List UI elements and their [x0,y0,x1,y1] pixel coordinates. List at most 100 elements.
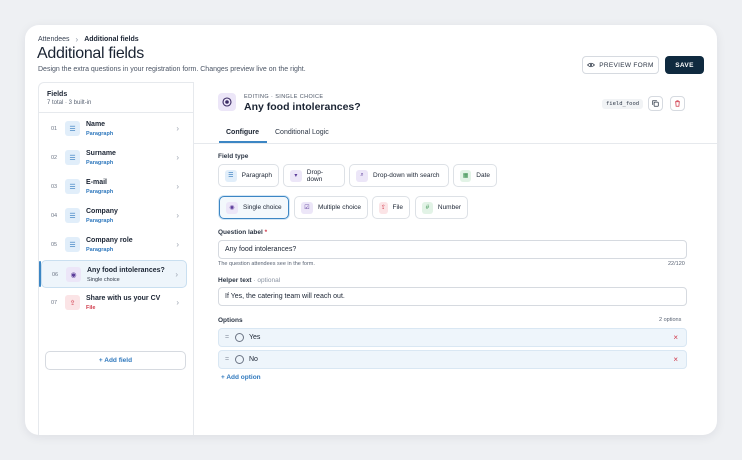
item-type: Paragraph [86,131,114,137]
close-icon[interactable]: × [673,355,678,364]
required-marker: * [264,229,268,236]
page-title: Additional fields [37,45,144,62]
preview-form-button[interactable]: PREVIEW FORM [582,56,659,74]
field-type-paragraph[interactable]: ☰ Paragraph [218,164,279,187]
paragraph-icon: ☰ [225,169,237,182]
upload-icon: ⇪ [379,201,388,214]
options-count: 2 options [659,317,682,323]
sidebar-item-name[interactable]: 01 ☰ Name Paragraph › [41,115,187,143]
radio-icon [235,333,244,342]
field-type-number[interactable]: # Number [415,196,468,219]
item-name: E-mail [86,179,108,186]
item-type: File [86,305,96,311]
radio-icon [235,355,244,364]
paragraph-icon: ☰ [65,208,80,223]
sidebar-item-surname[interactable]: 02 ☰ Surname Paragraph › [41,144,187,172]
field-type-date[interactable]: ▦ Date [453,164,497,187]
close-icon[interactable]: × [673,333,678,342]
radio-icon [218,93,236,111]
editing-title: Any food intolerances? [244,101,361,113]
hash-icon: # [422,201,433,214]
item-number: 03 [51,184,58,190]
helper-label-text: Helper text [218,277,252,284]
item-number: 02 [51,155,58,161]
item-name: Share with us your CV [86,295,161,302]
breadcrumb: Attendees › Additional fields [38,35,139,44]
option-text[interactable]: No [249,356,258,363]
tab-conditional-logic[interactable]: Conditional Logic [275,129,329,136]
optional-marker: · optional [253,277,281,284]
item-name: Company role [86,237,133,244]
dropdown-icon: ▾ [290,169,302,182]
item-number: 04 [51,213,58,219]
item-number: 06 [52,272,59,278]
trash-icon [675,100,680,107]
chip-label: Drop-down with search [373,172,440,179]
chevron-right-icon: › [176,211,179,220]
option-row[interactable]: = No × [218,350,687,369]
page-subtitle: Design the extra questions in your regis… [38,66,306,73]
breadcrumb-current: Additional fields [84,36,139,43]
copy-icon [652,100,659,107]
tab-configure[interactable]: Configure [226,129,259,136]
chip-label: Drop-down [306,168,324,183]
editing-label: EDITING · SINGLE CHOICE [244,94,324,100]
radio-icon: ◉ [226,201,238,214]
sidebar-count: 7 total · 3 built-in [47,100,92,106]
chip-label: Multiple choice [318,204,361,211]
field-type-dropdown-search[interactable]: ⌕ Drop-down with search [349,164,449,187]
tabs-divider [193,143,717,144]
breadcrumb-chevron-icon: › [75,35,79,44]
question-label-text: Question label [218,229,263,236]
sidebar-item-food-intolerances[interactable]: 06 ◉ Any food intolerances? Single choic… [39,260,187,288]
item-type: Paragraph [86,218,114,224]
item-name: Surname [86,150,116,157]
chevron-right-icon: › [176,153,179,162]
fields-sidebar: Fields 7 total · 3 built-in 01 ☰ Name Pa… [38,82,194,435]
chevron-right-icon: › [176,182,179,191]
calendar-icon: ▦ [460,169,472,182]
item-number: 05 [51,242,58,248]
paragraph-icon: ☰ [65,121,80,136]
sidebar-item-company[interactable]: 04 ☰ Company Paragraph › [41,202,187,230]
save-button[interactable]: SAVE [665,56,704,74]
sidebar-item-cv[interactable]: 07 ⇪ Share with us your CV File › [41,289,187,317]
checkbox-icon: ☑ [301,201,313,214]
question-counter: 22/120 [668,261,685,267]
paragraph-icon: ☰ [65,179,80,194]
drag-handle-icon[interactable]: = [225,334,229,341]
item-number: 07 [51,300,58,306]
field-type-dropdown[interactable]: ▾ Drop-down [283,164,345,187]
drag-handle-icon[interactable]: = [225,356,229,363]
field-type-file[interactable]: ⇪ File [372,196,410,219]
field-key-badge: field_food [602,99,644,109]
sidebar-divider [39,112,193,113]
sidebar-title: Fields [47,91,68,98]
delete-button[interactable] [670,96,685,111]
option-text[interactable]: Yes [249,334,260,341]
item-type: Single choice [87,277,120,283]
field-type-single-choice[interactable]: ◉ Single choice [219,196,289,219]
helper-input[interactable]: If Yes, the catering team will reach out… [218,287,687,306]
chevron-right-icon: › [176,124,179,133]
breadcrumb-attendees[interactable]: Attendees [38,36,70,43]
add-field-button[interactable]: + Add field [45,351,186,370]
question-input[interactable]: Any food intolerances? [218,240,687,259]
paragraph-icon: ☰ [65,237,80,252]
options-label: Options [218,317,243,324]
item-name: Name [86,121,106,128]
sidebar-item-company-role[interactable]: 05 ☰ Company role Paragraph › [41,231,187,259]
duplicate-button[interactable] [648,96,663,111]
item-name: Any food intolerances? [87,267,165,274]
option-row[interactable]: = Yes × [218,328,687,347]
add-option-button[interactable]: + Add option [221,374,261,381]
sidebar-item-email[interactable]: 03 ☰ E-mail Paragraph › [41,173,187,201]
item-name: Company [86,208,118,215]
main-card: Attendees › Additional fields Additional… [25,25,717,435]
item-type: Paragraph [86,247,114,253]
eye-icon [587,62,596,68]
field-type-multiple-choice[interactable]: ☑ Multiple choice [294,196,368,219]
paragraph-icon: ☰ [65,150,80,165]
item-number: 01 [51,126,58,132]
chip-label: File [392,204,403,211]
